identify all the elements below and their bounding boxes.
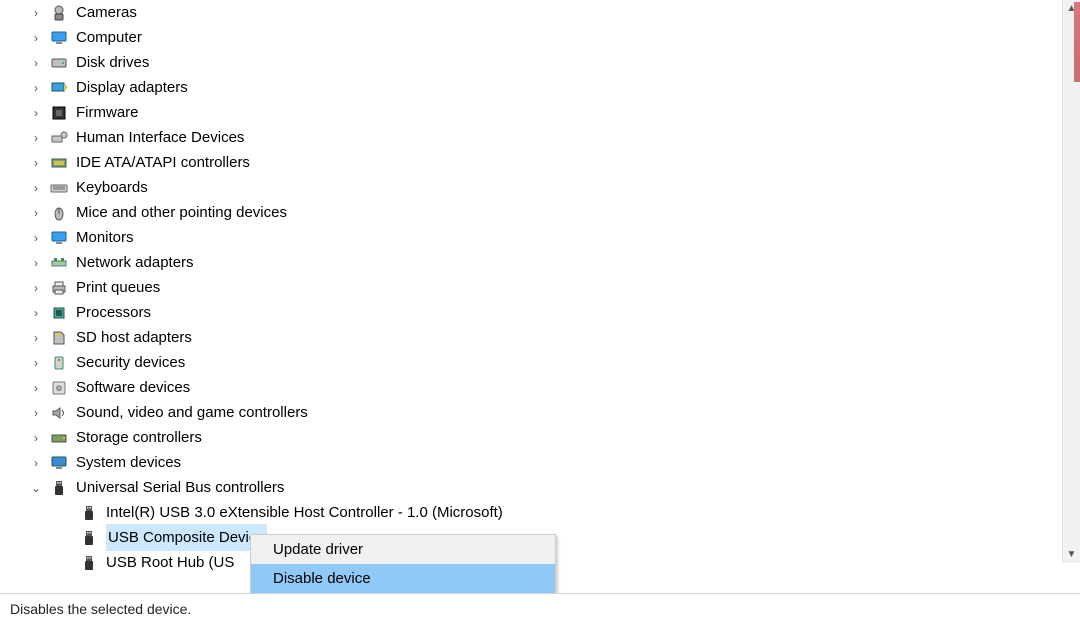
storage-icon xyxy=(50,429,68,447)
context-item-update-driver[interactable]: Update driver xyxy=(251,535,555,564)
context-item-label: Update driver xyxy=(273,541,363,558)
vertical-scrollbar[interactable]: ▲ ▼ xyxy=(1062,0,1080,563)
expand-icon[interactable]: › xyxy=(28,455,44,471)
tree-item-label: Keyboards xyxy=(76,175,148,200)
expand-icon[interactable]: › xyxy=(28,330,44,346)
collapse-icon[interactable]: ⌄ xyxy=(28,480,44,496)
svg-text:⚙: ⚙ xyxy=(55,384,62,393)
software-icon: ⚙ xyxy=(50,379,68,397)
ide-icon xyxy=(50,154,68,172)
tree-item-label: Human Interface Devices xyxy=(76,125,244,150)
tree-item-display[interactable]: › Display adapters xyxy=(0,75,1080,100)
tree-item-label: IDE ATA/ATAPI controllers xyxy=(76,150,250,175)
tree-item-sdhost[interactable]: › SD host adapters xyxy=(0,325,1080,350)
tree-item-label: Monitors xyxy=(76,225,134,250)
speaker-icon xyxy=(50,404,68,422)
disk-icon xyxy=(50,54,68,72)
expand-icon[interactable]: › xyxy=(28,430,44,446)
tree-item-label: Software devices xyxy=(76,375,190,400)
usb-icon xyxy=(50,479,68,497)
tree-item-label: Security devices xyxy=(76,350,185,375)
tree-item-diskdrives[interactable]: › Disk drives xyxy=(0,50,1080,75)
tree-item-mice[interactable]: › Mice and other pointing devices xyxy=(0,200,1080,225)
window-edge-decoration xyxy=(1074,2,1080,82)
tree-item-label: Display adapters xyxy=(76,75,188,100)
status-text: Disables the selected device. xyxy=(4,601,197,617)
tree-item-label: Network adapters xyxy=(76,250,194,275)
tree-item-firmware[interactable]: › Firmware xyxy=(0,100,1080,125)
tree-item-printqueues[interactable]: › Print queues xyxy=(0,275,1080,300)
expand-icon[interactable]: › xyxy=(28,205,44,221)
expand-icon[interactable]: › xyxy=(28,380,44,396)
expand-icon[interactable]: › xyxy=(28,130,44,146)
scroll-down-button[interactable]: ▼ xyxy=(1063,546,1080,563)
tree-item-keyboards[interactable]: › Keyboards xyxy=(0,175,1080,200)
sd-icon xyxy=(50,329,68,347)
tree-item-computer[interactable]: › Computer xyxy=(0,25,1080,50)
tree-item-label: Cameras xyxy=(76,0,137,25)
tree-item-software[interactable]: › ⚙ Software devices xyxy=(0,375,1080,400)
status-bar: Disables the selected device. xyxy=(0,593,1080,623)
tree-item-security[interactable]: › Security devices xyxy=(0,350,1080,375)
device-tree[interactable]: › Cameras › Computer › Disk drives › Dis… xyxy=(0,0,1080,593)
tree-item-sound[interactable]: › Sound, video and game controllers xyxy=(0,400,1080,425)
tree-item-usb-xhci[interactable]: Intel(R) USB 3.0 eXtensible Host Control… xyxy=(0,500,1080,525)
expand-icon[interactable]: › xyxy=(28,105,44,121)
tree-item-storage[interactable]: › Storage controllers xyxy=(0,425,1080,450)
printer-icon xyxy=(50,279,68,297)
tree-item-label: Disk drives xyxy=(76,50,149,75)
tree-item-network[interactable]: › Network adapters xyxy=(0,250,1080,275)
tree-item-label: Intel(R) USB 3.0 eXtensible Host Control… xyxy=(106,500,503,525)
expand-icon[interactable]: › xyxy=(28,80,44,96)
chip-icon xyxy=(50,104,68,122)
tree-item-label: SD host adapters xyxy=(76,325,192,350)
context-item-label: Disable device xyxy=(273,570,371,587)
tree-item-label: Computer xyxy=(76,25,142,50)
expand-icon[interactable]: › xyxy=(28,155,44,171)
display-adapter-icon xyxy=(50,79,68,97)
context-item-disable-device[interactable]: Disable device xyxy=(251,564,555,593)
tree-item-processors[interactable]: › Processors xyxy=(0,300,1080,325)
tree-item-label: Mice and other pointing devices xyxy=(76,200,287,225)
tree-item-ide[interactable]: › IDE ATA/ATAPI controllers xyxy=(0,150,1080,175)
tree-item-label: USB Root Hub (US xyxy=(106,550,234,575)
tree-item-cameras[interactable]: › Cameras xyxy=(0,0,1080,25)
tree-item-label: Firmware xyxy=(76,100,139,125)
tree-item-label: System devices xyxy=(76,450,181,475)
usb-icon xyxy=(80,504,98,522)
usb-icon xyxy=(80,554,98,572)
network-icon xyxy=(50,254,68,272)
security-icon xyxy=(50,354,68,372)
tree-item-hid[interactable]: › Human Interface Devices xyxy=(0,125,1080,150)
camera-icon xyxy=(50,4,68,22)
system-icon xyxy=(50,454,68,472)
expand-icon[interactable]: › xyxy=(28,405,44,421)
expand-icon[interactable]: › xyxy=(28,180,44,196)
usb-icon xyxy=(80,529,98,547)
tree-item-monitors[interactable]: › Monitors xyxy=(0,225,1080,250)
context-menu[interactable]: Update driver Disable device Uninstall d… xyxy=(250,534,556,593)
expand-icon[interactable]: › xyxy=(28,230,44,246)
cpu-icon xyxy=(50,304,68,322)
tree-item-label: Universal Serial Bus controllers xyxy=(76,475,284,500)
expand-icon[interactable]: › xyxy=(28,255,44,271)
tree-item-system[interactable]: › System devices xyxy=(0,450,1080,475)
mouse-icon xyxy=(50,204,68,222)
tree-item-label: USB Composite Device xyxy=(108,529,265,546)
expand-icon[interactable]: › xyxy=(28,55,44,71)
monitor-icon xyxy=(50,229,68,247)
tree-item-label: Storage controllers xyxy=(76,425,202,450)
tree-item-label: Processors xyxy=(76,300,151,325)
expand-icon[interactable]: › xyxy=(28,280,44,296)
tree-item-label: Print queues xyxy=(76,275,160,300)
tree-item-usb[interactable]: ⌄ Universal Serial Bus controllers xyxy=(0,475,1080,500)
keyboard-icon xyxy=(50,179,68,197)
tree-item-label: Sound, video and game controllers xyxy=(76,400,308,425)
expand-icon[interactable]: › xyxy=(28,305,44,321)
monitor-icon xyxy=(50,29,68,47)
expand-icon[interactable]: › xyxy=(28,5,44,21)
expand-icon[interactable]: › xyxy=(28,30,44,46)
hid-icon xyxy=(50,129,68,147)
expand-icon[interactable]: › xyxy=(28,355,44,371)
